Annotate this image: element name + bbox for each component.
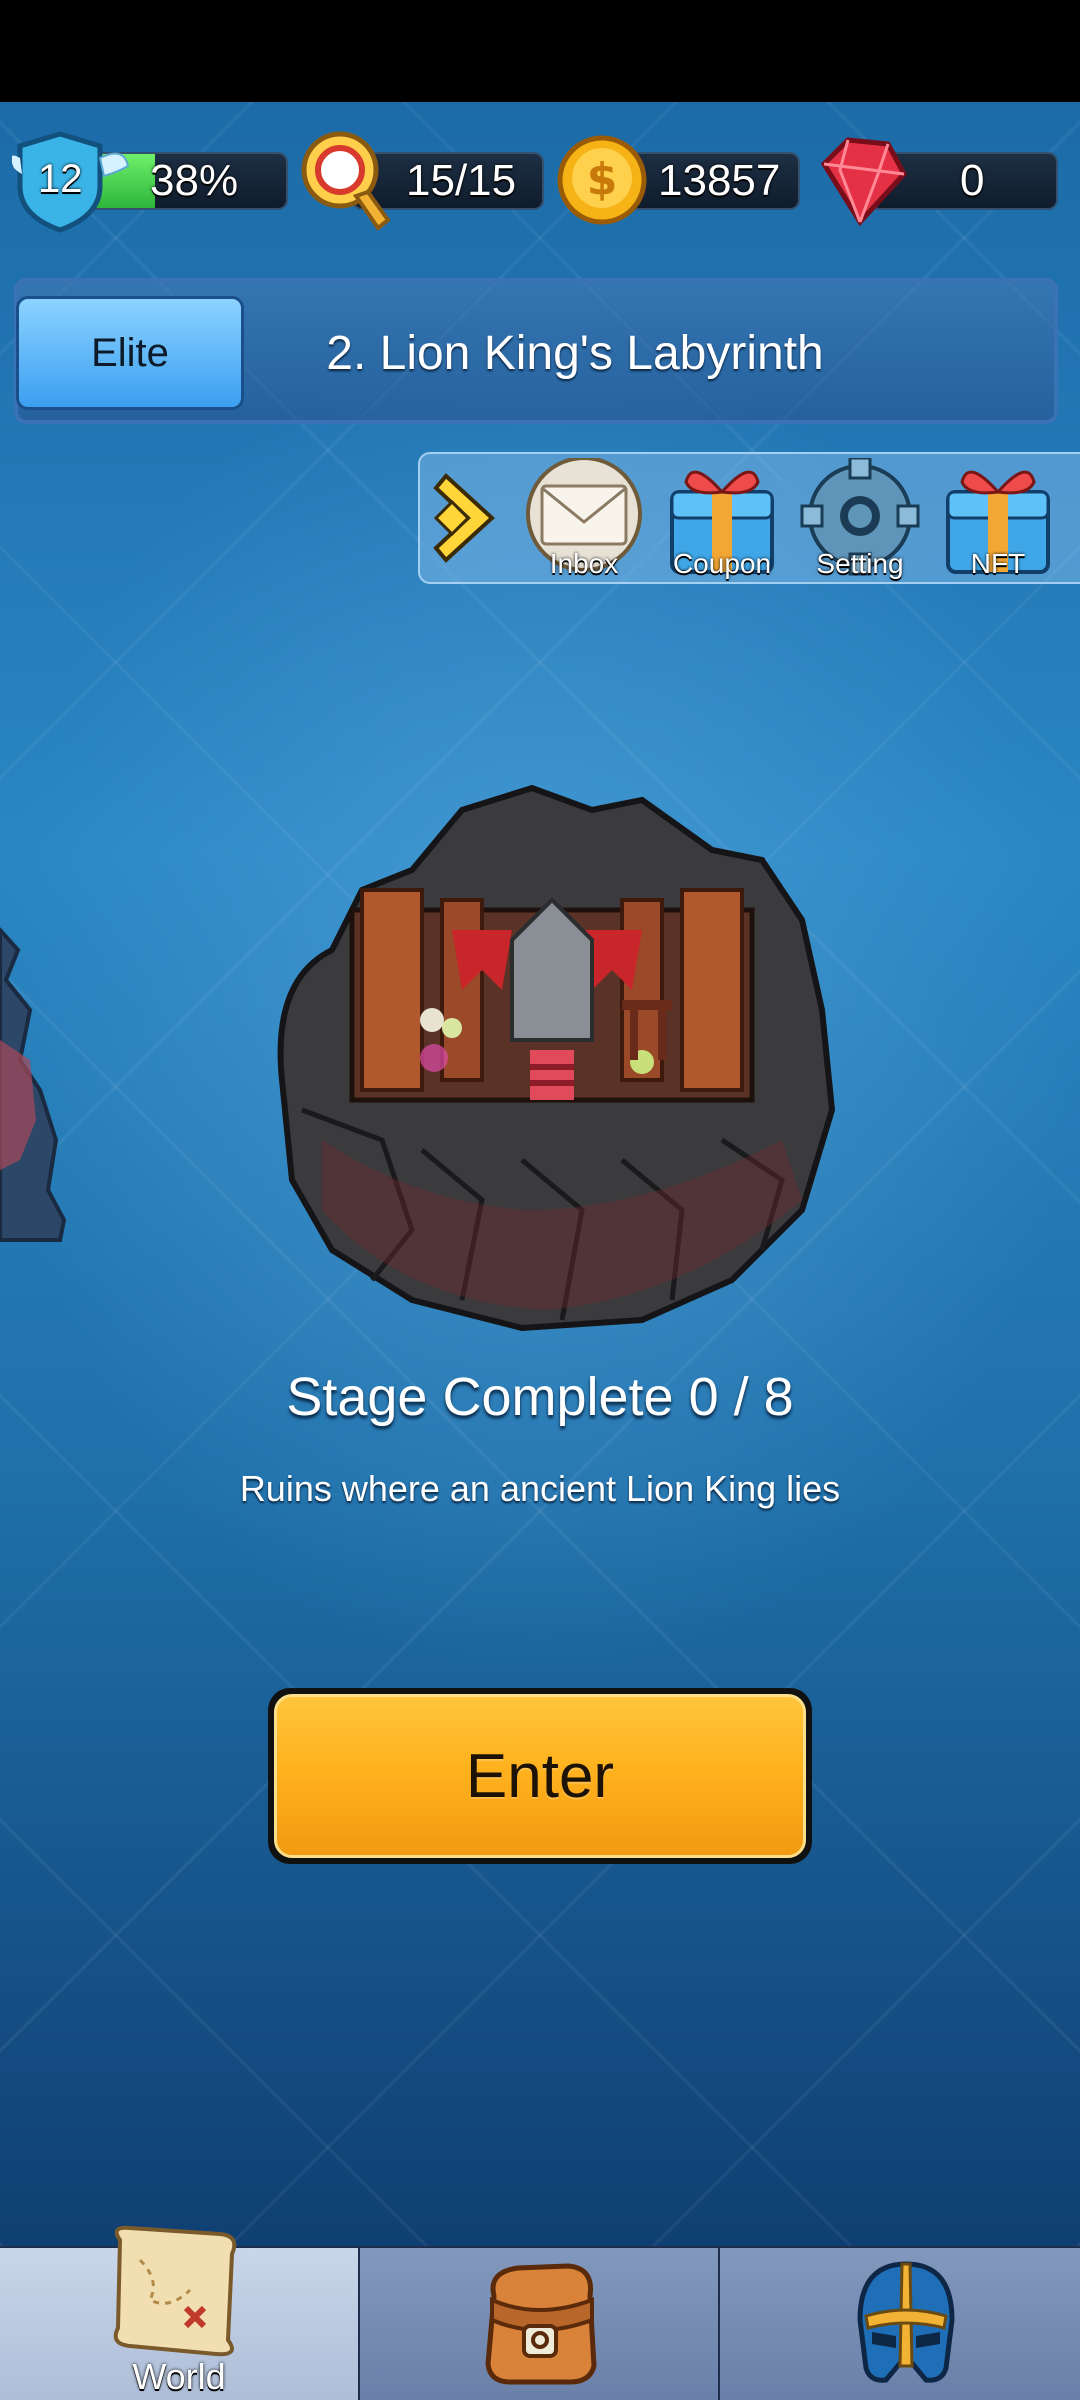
helmet-icon	[857, 2261, 955, 2383]
neighbor-island-image[interactable]	[0, 920, 90, 1250]
nft-button[interactable]: NFT	[938, 458, 1058, 582]
stage-description: Ruins where an ancient Lion King lies	[239, 1468, 841, 1509]
enter-button-label: Enter	[274, 1694, 806, 1858]
difficulty-button[interactable]: Elite	[16, 296, 244, 410]
menu-collapse-chevron-icon[interactable]	[428, 462, 512, 574]
stage-title: 2. Lion King's Labyrinth	[326, 326, 824, 380]
svg-text:$: $	[587, 154, 618, 205]
ruby-value: 0	[960, 156, 985, 205]
nft-label: NFT	[970, 548, 1026, 579]
status-bar	[0, 0, 1080, 102]
keys-value: 15/15	[406, 156, 517, 205]
key-shield-icon[interactable]	[298, 128, 394, 238]
inbox-button[interactable]: Inbox	[524, 456, 644, 582]
tab-hero[interactable]	[720, 2248, 1080, 2400]
level-value: 12	[38, 157, 83, 201]
tab-world[interactable]: World	[0, 2225, 358, 2400]
stage-island-image[interactable]	[262, 780, 840, 1340]
coupon-button[interactable]: Coupon	[662, 458, 782, 582]
tab-world-label: World	[132, 2356, 226, 2397]
ruby-gem-icon[interactable]	[810, 130, 910, 230]
setting-label: Setting	[816, 548, 904, 579]
setting-button[interactable]: Setting	[800, 456, 920, 582]
tab-inventory[interactable]	[360, 2248, 718, 2400]
xp-percent: 38%	[150, 156, 239, 205]
inbox-label: Inbox	[549, 548, 619, 579]
gold-coin-icon[interactable]: $	[556, 132, 652, 228]
stage-complete-text: Stage Complete 0 / 8	[286, 1367, 794, 1427]
enter-button[interactable]: Enter	[268, 1688, 812, 1864]
backpack-icon	[485, 2263, 597, 2385]
map-scroll-icon	[113, 2225, 237, 2357]
coupon-label: Coupon	[672, 548, 772, 579]
gold-value: 13857	[658, 156, 781, 205]
